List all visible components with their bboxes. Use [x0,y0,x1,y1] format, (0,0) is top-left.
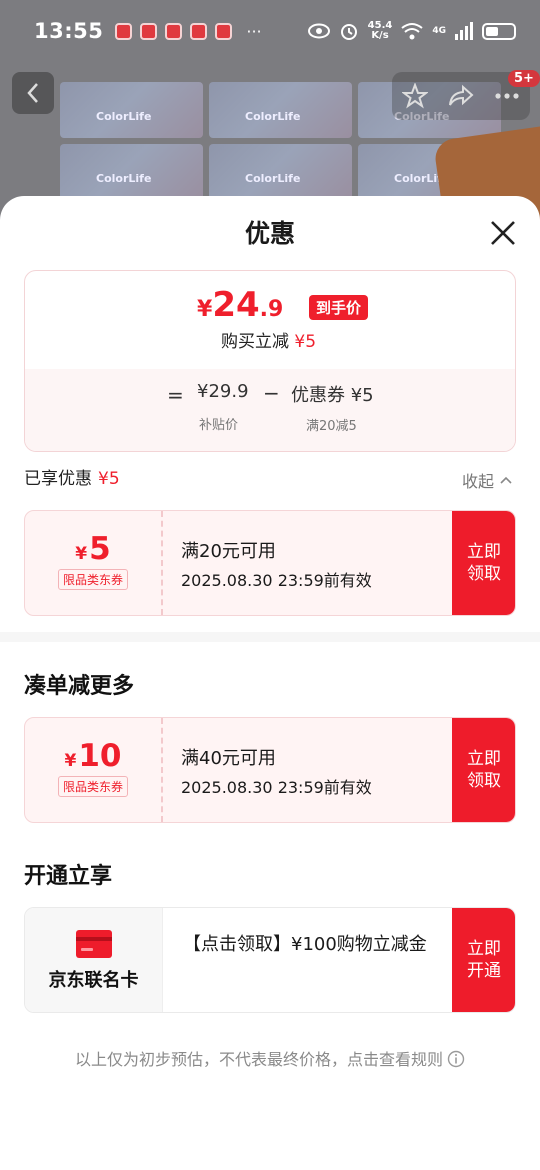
product-brand-text: ColorLife [96,110,152,123]
product-image: ColorLife [209,144,352,200]
rules-note-text: 以上仅为初步预估，不代表最终价格，点击查看规则 [74,1050,443,1069]
coupon-amount-value: 5 [89,531,111,567]
coupon-discount: 优惠券 ¥5 [291,385,374,406]
network-speed-unit: K/s [371,30,389,41]
claim-coupon-button[interactable]: 立即领取 [452,718,515,822]
sheet-title: 优惠 [244,219,295,248]
card-brand-area: 京东联名卡 [25,908,163,1012]
claim-coupon-label: 立即领取 [467,749,501,791]
cell-signal-icon [455,22,473,40]
notification-icons: ··· [115,21,262,41]
status-bar: 13:55 ··· 45.4 K/s 4G [0,0,540,62]
price-decimal: .9 [259,297,284,322]
more-notifications-icon: ··· [246,21,262,41]
signal-type: 4G [432,26,446,36]
coupon-details: 满20元可用 2025.08.30 23:59前有效 [181,537,372,591]
network-speed: 45.4 K/s [368,21,393,41]
minus-sign: − [263,381,280,405]
product-image: ColorLife [60,144,203,200]
status-time: 13:55 [34,19,104,43]
section-title-more: 凑单减更多 [24,674,135,699]
coupon-details: 满40元可用 2025.08.30 23:59前有效 [181,744,372,798]
coupon-expiry: 2025.08.30 23:59前有效 [181,778,372,797]
coupon-amount: ¥10 [25,738,161,774]
star-icon[interactable] [402,83,428,109]
share-icon[interactable] [448,84,474,108]
app-notification-icon [165,22,183,40]
product-brand-text: ColorLife [245,172,301,185]
coupon-card: ¥10 限品类东券 满40元可用 2025.08.30 23:59前有效 立即领… [24,717,516,823]
alarm-icon [340,24,357,40]
app-notification-icon [215,22,233,40]
final-price-tag: 到手价 [309,295,369,320]
open-card-button[interactable]: 立即开通 [452,908,515,1012]
status-indicators: 45.4 K/s 4G [307,21,516,41]
section-divider [0,632,540,642]
chevron-left-icon [27,83,38,103]
coupon-amount-value: 10 [78,738,122,774]
currency-symbol: ¥ [197,297,213,322]
subsidy-price-label: 补贴价 [199,418,239,433]
back-button[interactable] [12,72,54,114]
collapse-button[interactable]: 收起 [462,468,512,492]
product-brand-text: ColorLife [245,110,301,123]
section-title-open: 开通立享 [24,864,113,889]
chevron-up-icon [500,476,512,484]
discount-sheet: 优惠 ¥24.9 到手价 购买立减 ¥5 = ¥29.9 补贴价 − 优惠券 ¥… [0,196,540,1170]
enjoyed-discount-value: ¥5 [98,469,120,489]
credit-card-offer[interactable]: 京东联名卡 【点击领取】¥100购物立减金 立即开通 [24,907,516,1013]
card-offer-description: 【点击领取】¥100购物立减金 [183,934,427,955]
coupon-value-area: ¥5 限品类东券 [25,511,163,615]
price-integer: 24 [212,285,260,325]
product-image: ColorLife [209,82,352,138]
claim-coupon-button[interactable]: 立即领取 [452,511,515,615]
app-notification-icon [115,22,133,40]
coupon-card: ¥5 限品类东券 满20元可用 2025.08.30 23:59前有效 立即领取 [24,510,516,616]
coupon-discount-label: 满20减5 [306,419,357,434]
subsidy-price: ¥29.9 [197,381,249,402]
coupon-type-badge: 限品类东券 [57,776,128,797]
final-price: ¥24.9 [197,285,283,325]
equals-sign: = [167,383,184,407]
app-notification-icon [190,22,208,40]
coupon-expiry: 2025.08.30 23:59前有效 [181,571,372,590]
final-price-area: ¥24.9 到手价 购买立减 ¥5 [25,271,515,369]
buy-discount-label: 购买立减 [221,332,289,352]
product-brand-text: ColorLife [96,172,152,185]
card-name: 京东联名卡 [48,970,139,991]
battery-icon [482,22,516,40]
wifi-icon [401,23,423,40]
price-calculation: = ¥29.9 补贴价 − 优惠券 ¥5 满20减5 [25,369,515,451]
collapse-label: 收起 [462,472,495,491]
coupon-condition: 满20元可用 [181,541,276,562]
coupon-condition: 满40元可用 [181,748,276,769]
eye-icon [307,23,330,39]
app-notification-icon [140,22,158,40]
enjoyed-discount: 已享优惠 ¥5 [24,464,120,489]
coupon-amount: ¥5 [25,531,161,567]
coupon-type-badge: 限品类东券 [57,569,128,590]
more-icon[interactable] [494,92,520,100]
buy-discount: 购买立减 ¥5 [221,327,316,352]
price-breakdown-card: ¥24.9 到手价 购买立减 ¥5 = ¥29.9 补贴价 − 优惠券 ¥5 满… [24,270,516,452]
product-image: ColorLife [60,82,203,138]
coupon-currency: ¥ [64,751,77,771]
close-icon[interactable] [486,216,520,250]
buy-discount-value: ¥5 [294,332,317,352]
rules-note[interactable]: 以上仅为初步预估，不代表最终价格，点击查看规则 [0,1046,540,1070]
credit-card-icon [75,930,112,958]
cart-badge: 5+ [508,70,540,87]
coupon-value-area: ¥10 限品类东券 [25,718,163,822]
open-card-label: 立即开通 [467,939,501,981]
claim-coupon-label: 立即领取 [467,542,501,584]
enjoyed-discount-label: 已享优惠 [24,469,92,489]
coupon-currency: ¥ [75,544,88,564]
info-icon [447,1050,465,1068]
